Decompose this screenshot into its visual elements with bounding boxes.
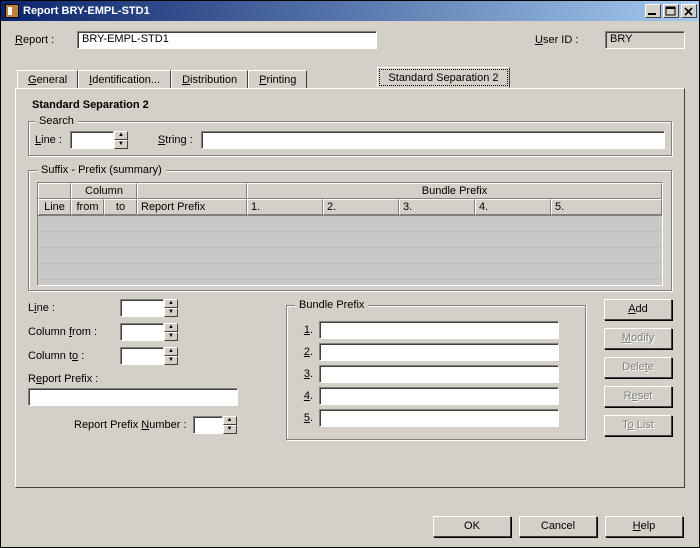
search-line-spinner[interactable]: ▲▼ <box>70 131 128 149</box>
grid-header-group-column: Column <box>71 183 137 199</box>
delete-button[interactable]: Delete <box>604 357 672 378</box>
grid-header-reportprefix: Report Prefix <box>137 199 247 215</box>
form-reportprefix-num-input[interactable] <box>193 416 223 434</box>
search-group: Search Line : ▲▼ String : <box>28 115 672 156</box>
tab-general[interactable]: GGeneraleneral <box>17 70 78 89</box>
form-colfrom-label: Column from : <box>28 326 120 338</box>
spin-up-icon[interactable]: ▲ <box>223 416 237 425</box>
client-area: RReport :eport : BRY-EMPL-STD1 User ID :… <box>1 21 699 496</box>
app-icon <box>5 4 19 18</box>
form-line-label: Line : <box>28 302 120 314</box>
panel-title: Standard Separation 2 <box>32 99 672 111</box>
tab-panel: Standard Separation 2 Search Line : ▲▼ S… <box>15 88 685 488</box>
spin-down-icon[interactable]: ▼ <box>223 425 237 434</box>
spin-up-icon[interactable]: ▲ <box>164 347 178 356</box>
grid-header-blank <box>38 183 71 199</box>
tab-identification[interactable]: Identification... <box>78 70 171 89</box>
grid-header-blank2 <box>137 183 247 199</box>
cancel-button[interactable]: Cancel <box>519 516 597 537</box>
form-colto-spinner[interactable]: ▲▼ <box>120 347 190 365</box>
bundle-3-label: 3. <box>295 368 313 380</box>
form-colfrom-input[interactable] <box>120 323 164 341</box>
form-colto-input[interactable] <box>120 347 164 365</box>
ok-button[interactable]: OK <box>433 516 511 537</box>
search-string-label: String : <box>158 134 193 146</box>
search-line-input[interactable] <box>70 131 114 149</box>
grid-header-1: 1. <box>247 199 323 215</box>
suffix-prefix-legend: Suffix - Prefix (summary) <box>37 164 166 176</box>
tab-printing[interactable]: Printing <box>248 70 307 89</box>
grid-header-3: 3. <box>399 199 475 215</box>
tabs: GGeneraleneral Identification... Distrib… <box>15 67 685 488</box>
search-line-label: Line : <box>35 134 62 146</box>
maximize-button[interactable] <box>663 4 679 18</box>
grid-header-group-bundle: Bundle Prefix <box>247 183 662 199</box>
spin-up-icon[interactable]: ▲ <box>114 131 128 140</box>
form-colfrom-spinner[interactable]: ▲▼ <box>120 323 190 341</box>
report-field[interactable]: BRY-EMPL-STD1 <box>77 31 377 49</box>
spin-down-icon[interactable]: ▼ <box>114 140 128 149</box>
window-title: Report BRY-EMPL-STD1 <box>23 5 645 17</box>
modify-button[interactable]: Modify <box>604 328 672 349</box>
userid-label: User ID : <box>535 34 591 46</box>
spin-down-icon[interactable]: ▼ <box>164 332 178 341</box>
form-colto-label: Column to : <box>28 350 120 362</box>
form-reportprefix-num-label: Report Prefix Number : <box>74 419 187 431</box>
grid-body[interactable] <box>38 215 662 285</box>
bundle-5-input[interactable] <box>319 409 559 427</box>
bundle-2-label: 2. <box>295 346 313 358</box>
spin-up-icon[interactable]: ▲ <box>164 299 178 308</box>
form-line-input[interactable] <box>120 299 164 317</box>
grid-header-to: to <box>104 199 137 215</box>
minimize-button[interactable] <box>645 4 661 18</box>
tab-distribution[interactable]: Distribution <box>171 70 248 89</box>
window: Report BRY-EMPL-STD1 RReport :eport : BR… <box>0 0 700 548</box>
bundle-4-input[interactable] <box>319 387 559 405</box>
form-reportprefix-num-spinner[interactable]: ▲▼ <box>193 416 237 434</box>
tolist-button[interactable]: To List <box>604 415 672 436</box>
grid-header-4: 4. <box>475 199 551 215</box>
spin-up-icon[interactable]: ▲ <box>164 323 178 332</box>
bundle-1-label: 1. <box>295 324 313 336</box>
reset-button[interactable]: Reset <box>604 386 672 407</box>
form-reportprefix-input[interactable] <box>28 388 238 406</box>
bundle-1-input[interactable] <box>319 321 559 339</box>
help-button[interactable]: Help <box>605 516 683 537</box>
suffix-prefix-group: Suffix - Prefix (summary) Column Bundle … <box>28 164 672 291</box>
grid-header-5: 5. <box>551 199 662 215</box>
form-line-spinner[interactable]: ▲▼ <box>120 299 190 317</box>
titlebar: Report BRY-EMPL-STD1 <box>1 1 699 21</box>
close-button[interactable] <box>681 4 697 18</box>
search-string-input[interactable] <box>201 131 665 149</box>
grid-header-2: 2. <box>323 199 399 215</box>
userid-field: BRY <box>605 31 685 49</box>
spin-down-icon[interactable]: ▼ <box>164 356 178 365</box>
report-label: RReport :eport : <box>15 34 63 46</box>
search-legend: Search <box>35 115 78 127</box>
tab-standard-separation-2[interactable]: Standard Separation 2 <box>377 67 509 88</box>
summary-grid[interactable]: Column Bundle Prefix Line from to Report… <box>37 182 663 286</box>
form-reportprefix-label: Report Prefix : <box>28 373 274 385</box>
bundle-prefix-legend: Bundle Prefix <box>295 299 368 311</box>
spin-down-icon[interactable]: ▼ <box>164 308 178 317</box>
bundle-4-label: 4. <box>295 390 313 402</box>
bundle-5-label: 5. <box>295 412 313 424</box>
bundle-prefix-group: Bundle Prefix 1. 2. 3. 4. 5. <box>286 299 586 440</box>
grid-header-from: from <box>71 199 104 215</box>
add-button[interactable]: Add <box>604 299 672 320</box>
bundle-3-input[interactable] <box>319 365 559 383</box>
bundle-2-input[interactable] <box>319 343 559 361</box>
grid-header-line: Line <box>38 199 71 215</box>
